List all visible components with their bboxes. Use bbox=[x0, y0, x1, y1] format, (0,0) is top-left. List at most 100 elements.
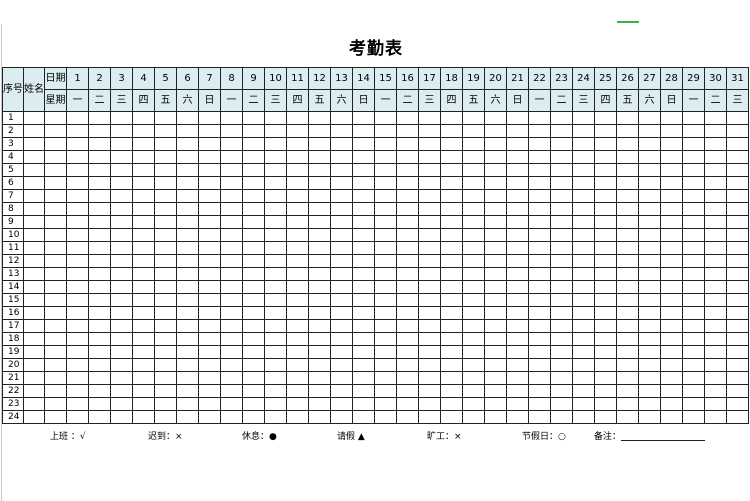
attendance-cell[interactable] bbox=[242, 332, 265, 346]
attendance-cell[interactable] bbox=[154, 319, 177, 333]
attendance-cell[interactable] bbox=[154, 215, 177, 229]
attendance-cell[interactable] bbox=[220, 384, 243, 398]
attendance-cell[interactable] bbox=[154, 254, 177, 268]
attendance-cell[interactable] bbox=[704, 319, 727, 333]
attendance-cell[interactable] bbox=[374, 332, 397, 346]
attendance-cell[interactable] bbox=[440, 254, 463, 268]
attendance-cell[interactable] bbox=[484, 163, 507, 177]
attendance-cell[interactable] bbox=[418, 410, 441, 424]
attendance-cell[interactable] bbox=[660, 241, 683, 255]
attendance-cell[interactable] bbox=[242, 267, 265, 281]
attendance-cell[interactable] bbox=[462, 254, 485, 268]
attendance-cell[interactable] bbox=[616, 358, 639, 372]
name-cell[interactable] bbox=[23, 358, 45, 372]
row-spacer-cell[interactable] bbox=[44, 267, 67, 281]
attendance-cell[interactable] bbox=[638, 189, 661, 203]
attendance-cell[interactable] bbox=[396, 111, 419, 125]
attendance-cell[interactable] bbox=[374, 202, 397, 216]
attendance-cell[interactable] bbox=[330, 332, 353, 346]
attendance-cell[interactable] bbox=[594, 280, 617, 294]
attendance-cell[interactable] bbox=[66, 293, 89, 307]
attendance-cell[interactable] bbox=[176, 163, 199, 177]
attendance-cell[interactable] bbox=[594, 228, 617, 242]
attendance-cell[interactable] bbox=[176, 189, 199, 203]
attendance-cell[interactable] bbox=[660, 293, 683, 307]
attendance-cell[interactable] bbox=[132, 202, 155, 216]
attendance-cell[interactable] bbox=[286, 228, 309, 242]
attendance-cell[interactable] bbox=[638, 241, 661, 255]
attendance-cell[interactable] bbox=[176, 384, 199, 398]
attendance-cell[interactable] bbox=[660, 228, 683, 242]
attendance-cell[interactable] bbox=[594, 137, 617, 151]
attendance-cell[interactable] bbox=[198, 241, 221, 255]
attendance-cell[interactable] bbox=[396, 241, 419, 255]
attendance-cell[interactable] bbox=[264, 176, 287, 190]
attendance-cell[interactable] bbox=[88, 124, 111, 138]
attendance-cell[interactable] bbox=[440, 124, 463, 138]
attendance-cell[interactable] bbox=[660, 267, 683, 281]
attendance-cell[interactable] bbox=[440, 163, 463, 177]
attendance-cell[interactable] bbox=[572, 241, 595, 255]
attendance-cell[interactable] bbox=[88, 280, 111, 294]
attendance-cell[interactable] bbox=[88, 306, 111, 320]
attendance-cell[interactable] bbox=[396, 228, 419, 242]
attendance-cell[interactable] bbox=[484, 124, 507, 138]
attendance-cell[interactable] bbox=[220, 280, 243, 294]
attendance-cell[interactable] bbox=[726, 280, 749, 294]
attendance-cell[interactable] bbox=[440, 228, 463, 242]
attendance-cell[interactable] bbox=[154, 267, 177, 281]
attendance-cell[interactable] bbox=[528, 280, 551, 294]
attendance-cell[interactable] bbox=[198, 397, 221, 411]
attendance-cell[interactable] bbox=[88, 358, 111, 372]
attendance-cell[interactable] bbox=[616, 137, 639, 151]
attendance-cell[interactable] bbox=[572, 293, 595, 307]
attendance-cell[interactable] bbox=[462, 371, 485, 385]
attendance-cell[interactable] bbox=[308, 358, 331, 372]
attendance-cell[interactable] bbox=[110, 189, 133, 203]
attendance-cell[interactable] bbox=[220, 358, 243, 372]
attendance-cell[interactable] bbox=[616, 163, 639, 177]
attendance-cell[interactable] bbox=[594, 241, 617, 255]
row-spacer-cell[interactable] bbox=[44, 293, 67, 307]
attendance-cell[interactable] bbox=[484, 189, 507, 203]
attendance-cell[interactable] bbox=[550, 163, 573, 177]
attendance-cell[interactable] bbox=[308, 254, 331, 268]
attendance-cell[interactable] bbox=[154, 137, 177, 151]
attendance-cell[interactable] bbox=[176, 306, 199, 320]
attendance-cell[interactable] bbox=[286, 150, 309, 164]
attendance-cell[interactable] bbox=[484, 150, 507, 164]
attendance-cell[interactable] bbox=[572, 137, 595, 151]
attendance-cell[interactable] bbox=[374, 319, 397, 333]
attendance-cell[interactable] bbox=[462, 345, 485, 359]
attendance-cell[interactable] bbox=[550, 202, 573, 216]
attendance-cell[interactable] bbox=[616, 345, 639, 359]
attendance-cell[interactable] bbox=[616, 241, 639, 255]
attendance-cell[interactable] bbox=[374, 384, 397, 398]
attendance-cell[interactable] bbox=[176, 397, 199, 411]
attendance-cell[interactable] bbox=[462, 176, 485, 190]
attendance-cell[interactable] bbox=[110, 280, 133, 294]
attendance-cell[interactable] bbox=[726, 254, 749, 268]
attendance-cell[interactable] bbox=[550, 267, 573, 281]
attendance-cell[interactable] bbox=[638, 254, 661, 268]
attendance-cell[interactable] bbox=[506, 111, 529, 125]
attendance-cell[interactable] bbox=[726, 319, 749, 333]
attendance-cell[interactable] bbox=[462, 111, 485, 125]
attendance-cell[interactable] bbox=[484, 293, 507, 307]
attendance-cell[interactable] bbox=[638, 137, 661, 151]
attendance-cell[interactable] bbox=[352, 345, 375, 359]
attendance-cell[interactable] bbox=[374, 358, 397, 372]
attendance-cell[interactable] bbox=[242, 124, 265, 138]
attendance-cell[interactable] bbox=[638, 150, 661, 164]
attendance-cell[interactable] bbox=[484, 111, 507, 125]
attendance-cell[interactable] bbox=[396, 254, 419, 268]
attendance-cell[interactable] bbox=[330, 137, 353, 151]
attendance-cell[interactable] bbox=[528, 111, 551, 125]
attendance-cell[interactable] bbox=[330, 215, 353, 229]
attendance-cell[interactable] bbox=[682, 358, 705, 372]
attendance-cell[interactable] bbox=[396, 358, 419, 372]
attendance-cell[interactable] bbox=[198, 384, 221, 398]
attendance-cell[interactable] bbox=[154, 371, 177, 385]
attendance-cell[interactable] bbox=[594, 215, 617, 229]
attendance-cell[interactable] bbox=[726, 176, 749, 190]
